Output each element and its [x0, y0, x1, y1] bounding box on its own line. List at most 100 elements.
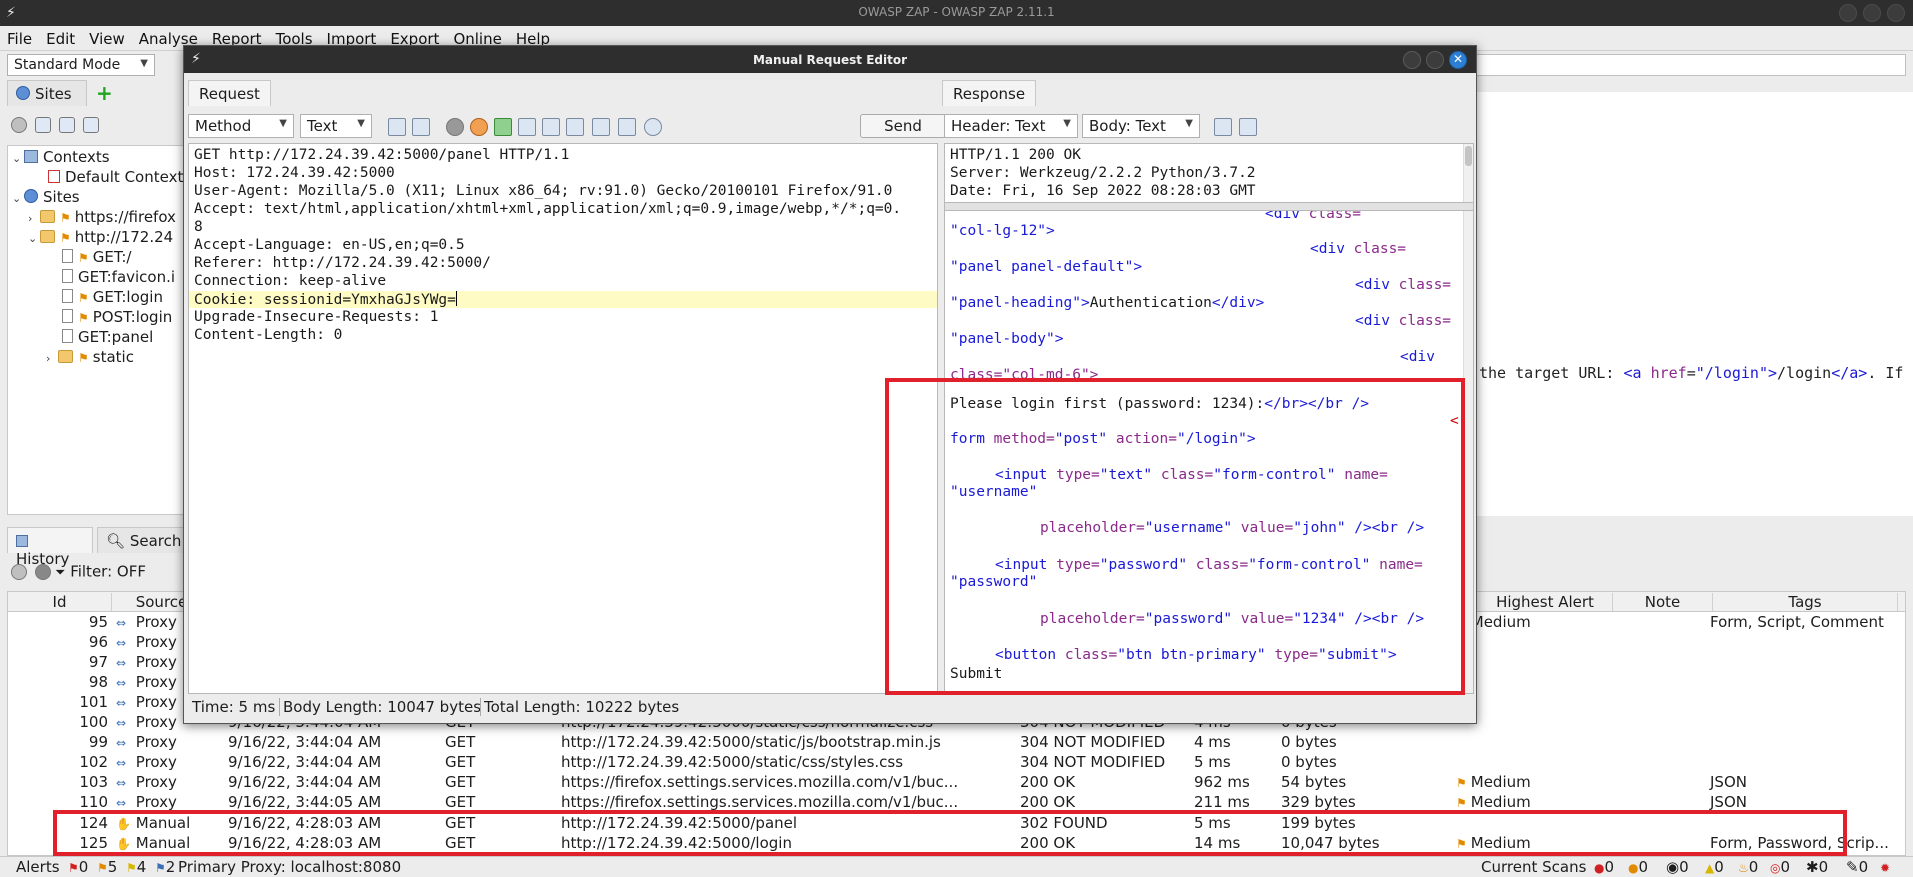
settings-icon[interactable] [542, 118, 560, 136]
tab-request[interactable]: Request [188, 80, 271, 106]
toolbar-url-field[interactable] [1474, 54, 1906, 76]
history-icon [16, 535, 28, 547]
split-vertical-icon[interactable] [412, 118, 430, 136]
output-text: the target URL: <a href="/login">/login<… [1479, 364, 1904, 382]
follow-redirect-icon[interactable] [494, 118, 512, 136]
request-editor[interactable]: GET http://172.24.39.42:5000/panel HTTP/… [188, 143, 938, 694]
scroll-thumb[interactable] [1465, 146, 1472, 166]
body-line: class="col-md-6"> [950, 367, 1099, 383]
tree-node-get-root[interactable]: ⚑ GET:/ [62, 248, 132, 270]
hand-icon: ✋ [116, 817, 131, 831]
layout-1-icon[interactable] [566, 118, 584, 136]
tree-node-target-host[interactable]: ⌄ ⚑ http://172.24 [28, 228, 173, 250]
response-body-view[interactable]: <div class= "col-lg-12"> <div class= "pa… [944, 210, 1474, 694]
cell-size: 0 bytes [1281, 753, 1337, 771]
cell-id: 96 [88, 633, 108, 651]
scope-icon[interactable] [35, 564, 51, 580]
tree-node-contexts[interactable]: ⌄ Contexts [12, 148, 110, 170]
tree-node-sites[interactable]: ⌄ Sites [12, 188, 80, 210]
cell-id: 97 [88, 653, 108, 671]
table-row[interactable]: 125 ✋ Manual 9/16/22, 4:28:03 AM GET http://… [8, 833, 1905, 853]
minimize-icon[interactable] [1839, 4, 1857, 22]
proxy-arrows-icon: ⇔ [116, 776, 127, 790]
response-splitter[interactable] [944, 203, 1474, 210]
request-line: GET http://172.24.39.42:5000/panel HTTP/… [194, 147, 570, 163]
tab-search[interactable]: 🔍︎ Search [97, 527, 192, 553]
chevron-down-icon[interactable]: ⌄ [12, 152, 24, 165]
layout-2-icon[interactable] [592, 118, 610, 136]
tree-node-get-panel[interactable]: GET:panel [62, 328, 153, 350]
column-tags[interactable]: Tags [1713, 593, 1898, 611]
cell-url: http://172.24.39.42:5000/panel [561, 814, 798, 832]
scan-count-1: ●0 [1594, 858, 1615, 876]
cell-size: 329 bytes [1281, 793, 1356, 811]
fullscreen-icon[interactable] [518, 118, 536, 136]
tree-node-default-context[interactable]: Default Context [48, 168, 183, 190]
new-context-icon[interactable] [35, 117, 51, 133]
bug-report-icon[interactable]: ✹ [1880, 858, 1890, 876]
close-window-icon[interactable] [1887, 4, 1905, 22]
table-row[interactable]: 124 ✋ Manual 9/16/22, 4:28:03 AM GET http://… [8, 813, 1905, 833]
response-body-scrollbar[interactable] [1463, 211, 1473, 693]
split-vertical-icon[interactable] [1239, 118, 1257, 136]
chevron-down-icon[interactable]: ⌄ [12, 192, 24, 205]
column-highest-alert[interactable]: Highest Alert [1478, 593, 1613, 611]
table-row[interactable]: 110 ⇔ Proxy 9/16/22, 3:44:05 AM GET https://… [8, 792, 1905, 812]
filter-icon[interactable]: ⏷ [55, 566, 65, 581]
maximize-icon[interactable] [1863, 4, 1881, 22]
column-note[interactable]: Note [1613, 593, 1713, 611]
target-icon[interactable] [11, 564, 27, 580]
cell-source: ⇔ Proxy [116, 613, 177, 631]
table-row[interactable]: 99 ⇔ Proxy 9/16/22, 3:44:04 AM GET http://17… [8, 732, 1905, 752]
proxy-arrows-icon: ⇔ [116, 796, 127, 810]
column-id[interactable]: Id [8, 593, 112, 611]
chevron-right-icon[interactable]: › [28, 212, 40, 225]
tab-response[interactable]: Response [942, 80, 1037, 106]
chevron-right-icon[interactable]: › [46, 352, 58, 365]
split-horizontal-icon[interactable] [388, 118, 406, 136]
dialog-minimize-icon[interactable] [1403, 51, 1421, 69]
import-context-icon[interactable] [59, 117, 75, 133]
target-icon[interactable] [11, 117, 27, 133]
add-icon[interactable]: + [96, 83, 114, 103]
chevron-down-icon[interactable]: ⌄ [28, 232, 40, 245]
export-context-icon[interactable] [83, 117, 99, 133]
tree-node-static[interactable]: › ⚑ static [46, 348, 134, 370]
status-bar: Alerts ⚑0 ⚑5 ⚑4 ⚑2 Primary Proxy: localh… [0, 856, 1913, 877]
view-text-select[interactable]: Text ▼ [300, 114, 372, 138]
menu-view[interactable]: View [82, 26, 132, 48]
breakpoint-icon[interactable] [446, 118, 464, 136]
send-button[interactable]: Send [860, 114, 946, 138]
cell-time: 9/16/22, 3:44:04 AM [228, 733, 382, 751]
split-horizontal-icon[interactable] [1214, 118, 1232, 136]
cell-id: 102 [79, 753, 108, 771]
dialog-maximize-icon[interactable] [1426, 51, 1444, 69]
mode-select[interactable]: Standard Mode ▼ [7, 54, 155, 76]
break-icon[interactable] [470, 118, 488, 136]
layout-3-icon[interactable] [618, 118, 636, 136]
cell-source: ⇔ Proxy [116, 693, 177, 711]
response-header-view[interactable]: HTTP/1.1 200 OK Server: Werkzeug/2.2.2 P… [944, 143, 1474, 203]
method-select[interactable]: Method ▼ [188, 114, 294, 138]
tree-node-get-favicon[interactable]: GET:favicon.i [62, 268, 175, 290]
chevron-down-icon: ▼ [140, 58, 148, 69]
help-icon[interactable] [644, 118, 662, 136]
tree-node-post-login[interactable]: ⚑ POST:login [62, 308, 172, 330]
tree-node-firefox[interactable]: › ⚑ https://firefox [28, 208, 176, 230]
tab-history[interactable]: History [7, 527, 93, 568]
body-line-input-password: <input type="password" class="form-contr… [995, 557, 1423, 573]
body-view-select[interactable]: Body: Text ▼ [1082, 114, 1200, 138]
menu-file[interactable]: File [0, 26, 39, 48]
header-view-select[interactable]: Header: Text ▼ [944, 114, 1078, 138]
menu-edit[interactable]: Edit [39, 26, 82, 48]
page-icon [62, 249, 73, 263]
tab-sites[interactable]: Sites [7, 80, 87, 106]
table-row[interactable]: 102 ⇔ Proxy 9/16/22, 3:44:04 AM GET http://1… [8, 752, 1905, 772]
scan-count-2: ●0 [1628, 858, 1649, 876]
filter-status[interactable]: Filter: OFF [70, 563, 146, 581]
response-header-scrollbar[interactable] [1463, 144, 1473, 202]
tree-node-get-login[interactable]: ⚑ GET:login [62, 288, 163, 310]
proxy-arrows-icon: ⇔ [116, 756, 127, 770]
dialog-close-icon[interactable]: ✕ [1449, 51, 1467, 69]
table-row[interactable]: 103 ⇔ Proxy 9/16/22, 3:44:04 AM GET https://… [8, 772, 1905, 792]
